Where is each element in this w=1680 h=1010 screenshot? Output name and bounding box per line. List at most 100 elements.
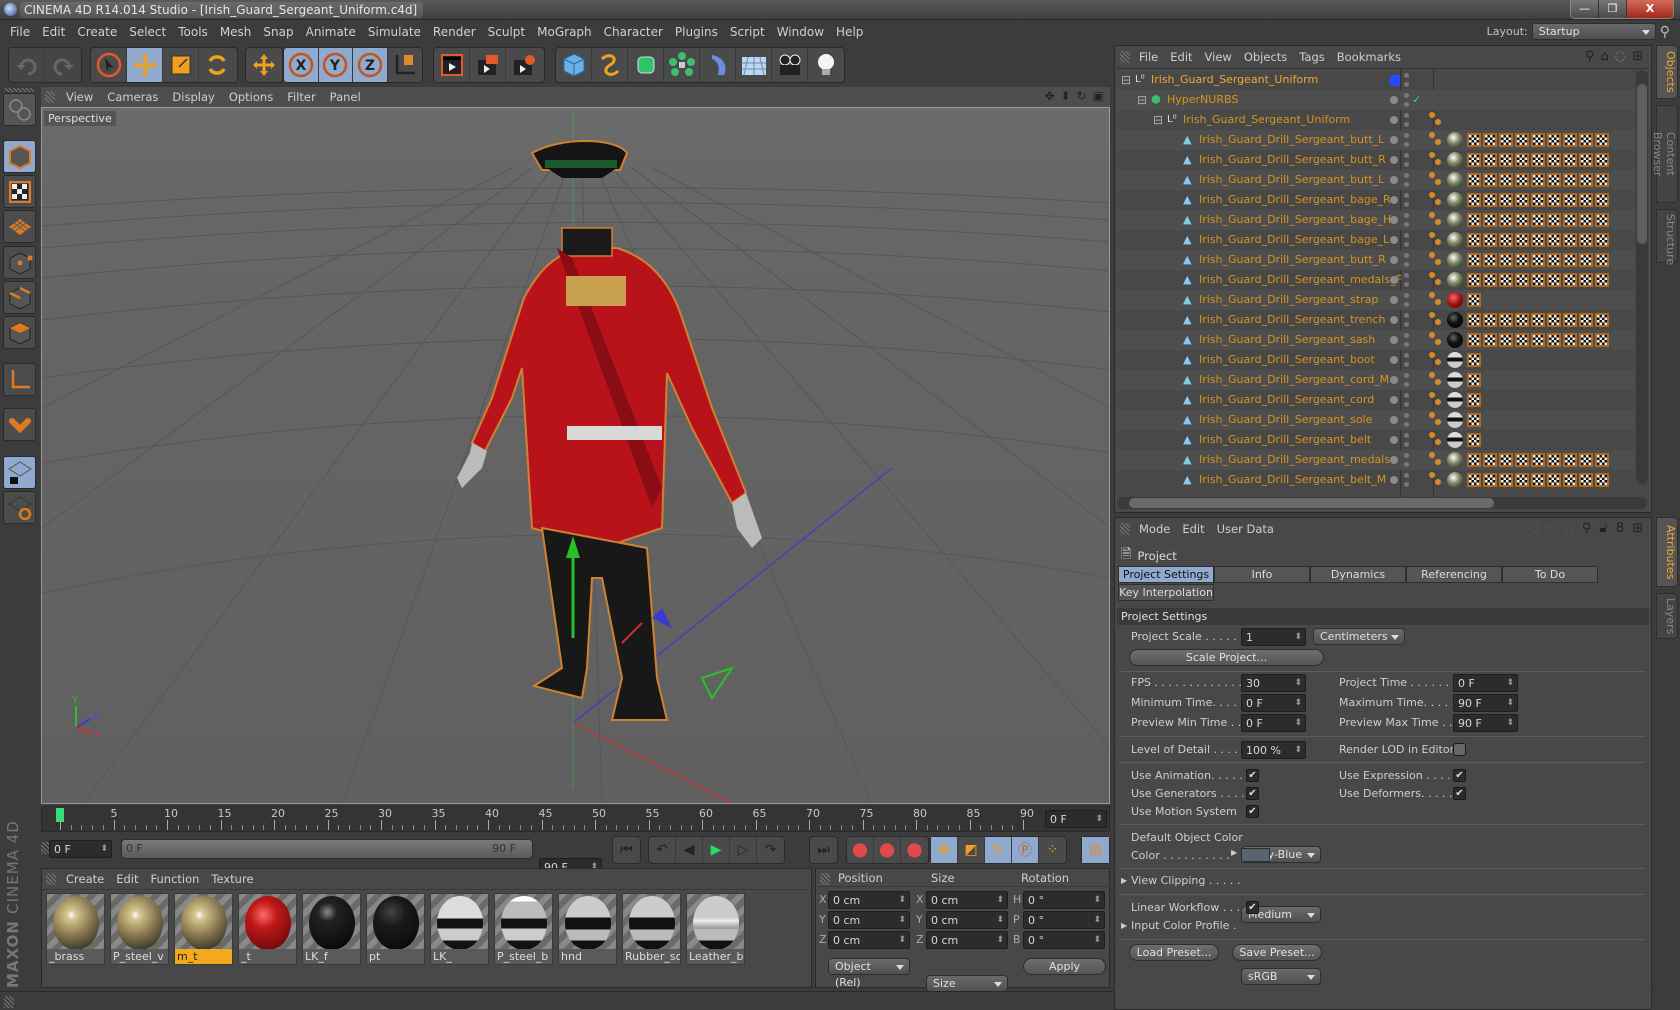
menu-create[interactable]: Create <box>71 21 123 43</box>
texture-tag-icon[interactable] <box>1467 393 1481 407</box>
material-tag-icon[interactable] <box>1447 432 1463 448</box>
material-tag-icon[interactable] <box>1447 192 1463 208</box>
side-tab-content-browser[interactable]: Content Browser <box>1651 105 1678 203</box>
timeline-ruler[interactable]: 051015202530354045505560657075808590 0 F <box>41 806 1110 832</box>
visibility-toggles[interactable] <box>1390 130 1420 150</box>
texture-tag-icon[interactable] <box>1467 413 1481 427</box>
object-row[interactable]: ▲ Irish_Guard_Drill_Sergeant_butt_L <box>1117 170 1635 190</box>
object-row[interactable]: ▲ Irish_Guard_Drill_Sergeant_butt_R <box>1117 150 1635 170</box>
view-clipping-expand-icon[interactable]: ▶ <box>1121 876 1127 885</box>
object-name[interactable]: Irish_Guard_Drill_Sergeant_butt_R <box>1199 250 1386 270</box>
object-menu-bookmarks[interactable]: Bookmarks <box>1331 46 1407 68</box>
position-field[interactable]: 0 cm <box>828 911 910 929</box>
texture-tag-icon[interactable] <box>1563 233 1577 247</box>
viewport-menu-cameras[interactable]: Cameras <box>100 87 165 107</box>
collapse-toggle-icon[interactable]: ⊟ <box>1137 90 1147 110</box>
texture-tag-icon[interactable] <box>1467 273 1481 287</box>
enable-dot[interactable] <box>1390 156 1398 164</box>
search-icon[interactable]: ⚲ <box>1585 49 1595 64</box>
texture-tag-icon[interactable] <box>1579 173 1593 187</box>
texture-tag-icon[interactable] <box>1547 233 1561 247</box>
camera-button[interactable] <box>772 48 808 82</box>
texture-tag-icon[interactable] <box>1531 193 1545 207</box>
material-swatch[interactable]: pt <box>366 893 425 965</box>
material-tag-icon[interactable] <box>1447 292 1463 308</box>
visibility-toggles[interactable] <box>1390 250 1420 270</box>
texture-tag-icon[interactable] <box>1515 213 1529 227</box>
enable-dot[interactable] <box>1390 356 1398 364</box>
texture-tag-icon[interactable] <box>1499 453 1513 467</box>
menu-animate[interactable]: Animate <box>300 21 362 43</box>
texture-tag-icon[interactable] <box>1531 313 1545 327</box>
scale-tool-button[interactable] <box>163 48 199 82</box>
phong-tag-icon[interactable] <box>1429 290 1445 306</box>
texture-tag-icon[interactable] <box>1547 173 1561 187</box>
object-name[interactable]: Irish_Guard_Sergeant_Uniform <box>1151 70 1318 90</box>
object-name[interactable]: Irish_Guard_Drill_Sergeant_medals_F <box>1199 270 1402 290</box>
scale-project-button[interactable]: Scale Project... <box>1129 649 1324 666</box>
render-visibility-dot[interactable] <box>1404 402 1409 407</box>
timeline-window-button[interactable]: ▤ <box>1082 837 1109 863</box>
texture-tag-icon[interactable] <box>1499 473 1513 487</box>
texture-tag-icon[interactable] <box>1499 213 1513 227</box>
axis-mode-button[interactable] <box>3 363 36 396</box>
render-visibility-dot[interactable] <box>1404 462 1409 467</box>
phong-tag-icon[interactable] <box>1429 370 1445 386</box>
use-generators-checkbox[interactable]: ✔ <box>1246 787 1259 800</box>
viewport-menu-filter[interactable]: Filter <box>280 87 322 107</box>
enable-dot[interactable] <box>1390 316 1398 324</box>
texture-tag-icon[interactable] <box>1531 173 1545 187</box>
key-position-button[interactable]: ✥ <box>931 837 958 863</box>
object-list-horizontal-scrollbar[interactable] <box>1117 497 1647 509</box>
texture-tag-icon[interactable] <box>1563 473 1577 487</box>
texture-tag-icon[interactable] <box>1483 213 1497 227</box>
texture-tag-icon[interactable] <box>1547 273 1561 287</box>
close-button[interactable]: X <box>1627 0 1673 18</box>
collapse-toggle-icon[interactable]: ⊟ <box>1121 70 1131 90</box>
texture-tag-icon[interactable] <box>1563 153 1577 167</box>
menu-render[interactable]: Render <box>427 21 482 43</box>
material-tag-icon[interactable] <box>1447 392 1463 408</box>
texture-tag-icon[interactable] <box>1483 333 1497 347</box>
minimize-button[interactable]: — <box>1571 0 1599 18</box>
coordinate-mode-dropdown[interactable]: Object (Rel) <box>828 958 910 989</box>
render-visibility-dot[interactable] <box>1404 282 1409 287</box>
object-name[interactable]: Irish_Guard_Drill_Sergeant_butt_L <box>1199 170 1384 190</box>
object-row[interactable]: ▲ Irish_Guard_Drill_Sergeant_boot <box>1117 350 1635 370</box>
forward-icon[interactable]: ▷ <box>1546 521 1556 536</box>
uniform-model[interactable] <box>457 140 762 721</box>
texture-tag-icon[interactable] <box>1595 473 1609 487</box>
horizontal-scroll-thumb[interactable] <box>1129 498 1494 508</box>
toolbar-grip[interactable] <box>4 88 34 92</box>
texture-tag-icon[interactable] <box>1499 153 1513 167</box>
edges-mode-button[interactable] <box>3 281 36 314</box>
status-grip[interactable] <box>4 996 14 1008</box>
zoom-view-icon[interactable]: ⬍ <box>1061 89 1071 103</box>
current-frame-field[interactable]: 0 F <box>1045 810 1107 828</box>
texture-tag-icon[interactable] <box>1515 333 1529 347</box>
phong-tag-icon[interactable] <box>1429 390 1445 406</box>
texture-tag-icon[interactable] <box>1595 273 1609 287</box>
texture-tag-icon[interactable] <box>1467 213 1481 227</box>
texture-tag-icon[interactable] <box>1595 453 1609 467</box>
visibility-toggles[interactable] <box>1390 470 1420 490</box>
redo-button[interactable] <box>45 48 81 82</box>
start-frame-field[interactable]: 0 F <box>49 840 112 858</box>
attribute-manager-grip[interactable] <box>1120 523 1130 535</box>
last-tool-button[interactable] <box>246 48 282 82</box>
object-row[interactable]: ▲ Irish_Guard_Drill_Sergeant_trench <box>1117 310 1635 330</box>
new-window-icon[interactable]: ⊞ <box>1632 49 1643 64</box>
polygons-mode-button[interactable] <box>3 316 36 349</box>
object-row[interactable]: ▲ Irish_Guard_Drill_Sergeant_bage_H <box>1117 210 1635 230</box>
texture-tag-icon[interactable] <box>1467 153 1481 167</box>
make-editable-button[interactable] <box>3 93 36 126</box>
editor-visibility-dot[interactable] <box>1404 313 1409 318</box>
project-scale-unit-dropdown[interactable]: Centimeters <box>1313 628 1405 645</box>
texture-tag-icon[interactable] <box>1547 193 1561 207</box>
render-view-button[interactable] <box>434 48 470 82</box>
next-frame-button[interactable]: ▷ <box>730 837 757 863</box>
object-row[interactable]: L⁰ ⊟ Irish_Guard_Sergeant_Uniform <box>1117 110 1635 130</box>
object-name[interactable]: Irish_Guard_Drill_Sergeant_cord_M <box>1199 370 1389 390</box>
linear-workflow-checkbox[interactable]: ✔ <box>1246 901 1259 914</box>
texture-tag-icon[interactable] <box>1515 193 1529 207</box>
